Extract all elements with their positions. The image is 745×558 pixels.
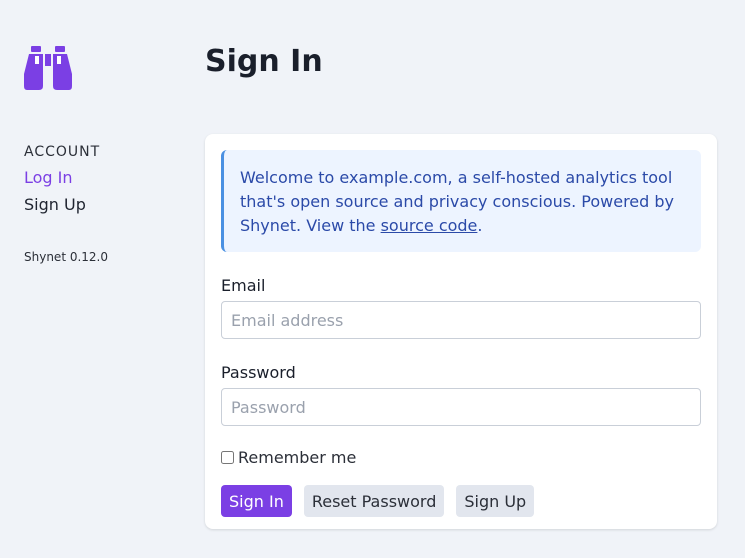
sign-up-button[interactable]: Sign Up [456, 485, 535, 517]
account-section-title: ACCOUNT [24, 144, 101, 160]
remember-me-row: Remember me [221, 448, 701, 467]
sidebar: ACCOUNT Log In Sign Up Shynet 0.12.0 [24, 46, 184, 264]
notice-text-end: . [477, 216, 483, 235]
sign-in-button[interactable]: Sign In [221, 485, 292, 517]
welcome-notice: Welcome to example.com, a self-hosted an… [221, 150, 701, 252]
form-actions: Sign In Reset Password Sign Up [221, 485, 701, 517]
sidebar-item-log-in[interactable]: Log In [24, 168, 184, 187]
email-field[interactable] [221, 301, 701, 339]
reset-password-button[interactable]: Reset Password [303, 485, 445, 517]
password-label: Password [221, 363, 296, 382]
binoculars-icon[interactable] [24, 46, 72, 90]
source-code-link[interactable]: source code [381, 216, 478, 235]
version-label: Shynet 0.12.0 [24, 250, 108, 264]
remember-me-checkbox[interactable] [221, 451, 234, 464]
remember-me-label: Remember me [238, 448, 357, 467]
page-title: Sign In [205, 44, 323, 79]
sign-in-card: Welcome to example.com, a self-hosted an… [205, 134, 717, 529]
sidebar-item-sign-up[interactable]: Sign Up [24, 195, 184, 214]
email-label: Email [221, 276, 266, 295]
password-field[interactable] [221, 388, 701, 426]
